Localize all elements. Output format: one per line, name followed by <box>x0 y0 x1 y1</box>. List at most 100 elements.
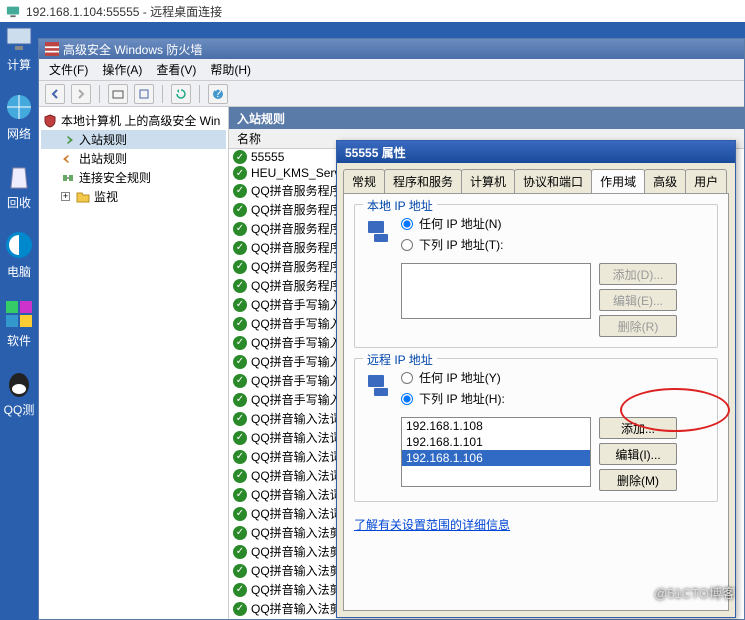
watermark: @51CTO博客 <box>654 583 735 602</box>
enabled-icon: ✓ <box>233 431 247 445</box>
firewall-toolbar: ? <box>39 81 744 107</box>
local-these-radio[interactable]: 下列 IP 地址(T): <box>401 236 707 253</box>
enabled-icon: ✓ <box>233 602 247 616</box>
enabled-icon: ✓ <box>233 166 247 180</box>
menu-view[interactable]: 查看(V) <box>150 59 202 80</box>
rule-name: QQ拼音服务程序 <box>251 220 342 237</box>
enabled-icon: ✓ <box>233 393 247 407</box>
rdp-title: 192.168.1.104:55555 - 远程桌面连接 <box>26 3 222 20</box>
enabled-icon: ✓ <box>233 184 247 198</box>
network-icon <box>365 371 393 399</box>
rule-row[interactable]: ✓QQ拼音输入法皮肤 <box>229 618 744 619</box>
rule-name: HEU_KMS_Servic <box>251 166 349 180</box>
desktop-icon-recycle[interactable]: 回收 <box>0 160 38 211</box>
local-any-radio[interactable]: 任何 IP 地址(N) <box>401 215 707 232</box>
remote-any-radio[interactable]: 任何 IP 地址(Y) <box>401 369 707 386</box>
firewall-title: 高级安全 Windows 防火墙 <box>63 41 202 58</box>
ip-entry[interactable]: 192.168.1.108 <box>402 418 590 434</box>
rule-name: QQ拼音手写输入 <box>251 334 342 351</box>
tree-outbound[interactable]: 出站规则 <box>41 149 226 168</box>
menu-action[interactable]: 操作(A) <box>96 59 148 80</box>
toolbar-help[interactable]: ? <box>208 84 228 104</box>
local-remove-button[interactable]: 删除(R) <box>599 315 677 337</box>
local-ip-listbox[interactable] <box>401 263 591 319</box>
local-add-button[interactable]: 添加(D)... <box>599 263 677 285</box>
desktop-icon-qq[interactable]: QQ测 <box>0 367 38 418</box>
rule-name: QQ拼音手写输入 <box>251 391 342 408</box>
learn-more-link[interactable]: 了解有关设置范围的详细信息 <box>354 516 510 533</box>
rule-name: QQ拼音手写输入 <box>251 315 342 332</box>
menu-help[interactable]: 帮助(H) <box>204 59 257 80</box>
enabled-icon: ✓ <box>233 374 247 388</box>
desktop: 计算 网络 回收 电脑 软件 QQ测 <box>0 22 38 436</box>
firewall-titlebar: 高级安全 Windows 防火墙 <box>39 39 744 59</box>
menu-file[interactable]: 文件(F) <box>43 59 94 80</box>
rule-name: QQ拼音服务程序 <box>251 201 342 218</box>
tree-inbound[interactable]: 入站规则 <box>41 130 226 149</box>
desktop-icon-network[interactable]: 网络 <box>0 91 38 142</box>
enabled-icon: ✓ <box>233 298 247 312</box>
toolbar-back[interactable] <box>45 84 65 104</box>
rule-name: QQ拼音服务程序 <box>251 277 342 294</box>
dialog-tabs: 常规 程序和服务 计算机 协议和端口 作用域 高级 用户 <box>337 163 735 193</box>
rule-name: QQ拼音服务程序 <box>251 258 342 275</box>
ip-entry[interactable]: 192.168.1.106 <box>402 450 590 466</box>
toolbar-btn1[interactable] <box>108 84 128 104</box>
enabled-icon: ✓ <box>233 564 247 578</box>
local-ip-label: 本地 IP 地址 <box>363 197 437 214</box>
remote-ip-listbox[interactable]: 192.168.1.108192.168.1.101192.168.1.106 <box>401 417 591 487</box>
enabled-icon: ✓ <box>233 241 247 255</box>
tab-scope[interactable]: 作用域 <box>591 169 645 193</box>
dialog-title: 55555 属性 <box>337 141 735 163</box>
enabled-icon: ✓ <box>233 526 247 540</box>
tab-programs[interactable]: 程序和服务 <box>384 169 462 193</box>
remote-add-button[interactable]: 添加... <box>599 417 677 439</box>
expand-icon[interactable]: + <box>61 192 70 201</box>
desktop-icon-app1[interactable]: 电脑 <box>0 229 38 280</box>
rdp-icon <box>6 4 20 18</box>
enabled-icon: ✓ <box>233 488 247 502</box>
toolbar-btn2[interactable] <box>134 84 154 104</box>
desktop-icon-computer[interactable]: 计算 <box>0 22 38 73</box>
local-edit-button[interactable]: 编辑(E)... <box>599 289 677 311</box>
enabled-icon: ✓ <box>233 450 247 464</box>
rule-name: QQ拼音手写输入 <box>251 353 342 370</box>
remote-these-radio[interactable]: 下列 IP 地址(H): <box>401 390 707 407</box>
tab-ports[interactable]: 协议和端口 <box>514 169 592 193</box>
local-ip-group: 本地 IP 地址 任何 IP 地址(N) 下列 IP 地址(T): 添加(D).… <box>354 204 718 348</box>
firewall-icon <box>45 42 59 56</box>
remote-edit-button[interactable]: 编辑(I)... <box>599 443 677 465</box>
enabled-icon: ✓ <box>233 355 247 369</box>
enabled-icon: ✓ <box>233 545 247 559</box>
tree-root[interactable]: 本地计算机 上的高级安全 Win <box>41 111 226 130</box>
rule-name: QQ拼音服务程序 <box>251 239 342 256</box>
enabled-icon: ✓ <box>233 260 247 274</box>
rule-name: QQ拼音服务程序 <box>251 182 342 199</box>
rule-name: QQ拼音手写输入 <box>251 372 342 389</box>
enabled-icon: ✓ <box>233 469 247 483</box>
enabled-icon: ✓ <box>233 507 247 521</box>
ip-entry[interactable]: 192.168.1.101 <box>402 434 590 450</box>
tab-advanced[interactable]: 高级 <box>644 169 686 193</box>
firewall-tree: 本地计算机 上的高级安全 Win 入站规则 出站规则 连接安全规则 + 监视 <box>39 107 229 619</box>
tab-users[interactable]: 用户 <box>685 169 727 193</box>
enabled-icon: ✓ <box>233 203 247 217</box>
main-header: 入站规则 <box>229 107 744 129</box>
remote-ip-group: 远程 IP 地址 任何 IP 地址(Y) 下列 IP 地址(H): 192.16… <box>354 358 718 502</box>
tree-connsec[interactable]: 连接安全规则 <box>41 168 226 187</box>
enabled-icon: ✓ <box>233 583 247 597</box>
tab-computers[interactable]: 计算机 <box>461 169 515 193</box>
remote-remove-button[interactable]: 删除(M) <box>599 469 677 491</box>
properties-dialog: 55555 属性 常规 程序和服务 计算机 协议和端口 作用域 高级 用户 本地… <box>336 140 736 618</box>
rule-name: 55555 <box>251 150 284 164</box>
network-icon <box>365 217 393 245</box>
toolbar-forward[interactable] <box>71 84 91 104</box>
enabled-icon: ✓ <box>233 222 247 236</box>
remote-ip-label: 远程 IP 地址 <box>363 351 437 368</box>
tab-general[interactable]: 常规 <box>343 169 385 193</box>
desktop-icon-app2[interactable]: 软件 <box>0 298 38 349</box>
toolbar-refresh[interactable] <box>171 84 191 104</box>
svg-text:?: ? <box>215 88 222 100</box>
enabled-icon: ✓ <box>233 412 247 426</box>
tree-monitor[interactable]: + 监视 <box>41 187 226 206</box>
